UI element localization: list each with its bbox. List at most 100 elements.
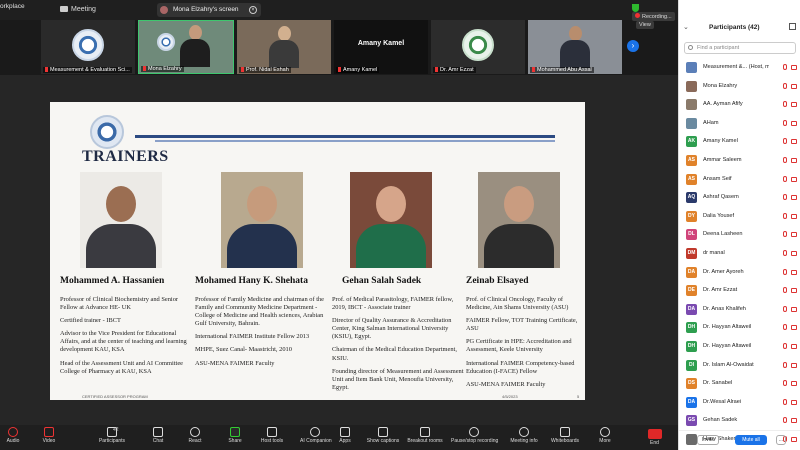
participant-row[interactable]: DI Dr. Islam Al-Owaidat — [679, 356, 800, 375]
camera-off-icon — [791, 325, 797, 331]
more-options-button[interactable]: ... — [776, 435, 786, 445]
participant-name: Measurement & Evaluation Sci... — [43, 67, 132, 73]
trainer-name: Gehan Salah Sadek — [342, 276, 422, 286]
participant-name: Dr. Amr Ezzat — [433, 67, 476, 73]
audio-button[interactable]: Audio — [4, 427, 22, 444]
captions-icon — [378, 427, 388, 437]
participant-name: Prof. Nidal Eshah — [239, 67, 291, 73]
participant-search-input[interactable]: Find a participant — [684, 42, 796, 54]
avatar: AS — [686, 173, 697, 185]
recording-text: Recording... — [642, 14, 672, 20]
thumbnail-tile[interactable]: Dr. Amr Ezzat — [431, 20, 525, 74]
camera-off-icon — [791, 343, 797, 349]
participant-row[interactable]: DA Dr.Wesal Alraei — [679, 393, 800, 412]
thumbnail-tile[interactable]: Measurement & Evaluation Sci... — [41, 20, 135, 74]
bio-line: International FAIMER Institute Fellow 20… — [195, 333, 310, 341]
mute-all-button[interactable]: Mute all — [735, 435, 767, 445]
participants-button[interactable]: 42 Participants — [97, 427, 127, 444]
popout-icon[interactable] — [789, 23, 796, 30]
participant-row[interactable]: DY Dalia Yousef — [679, 207, 800, 226]
share-button[interactable]: Share — [226, 427, 244, 444]
apps-label: Apps — [339, 438, 351, 444]
bio-line: ASU-MENA FAIMER Faculty — [195, 359, 275, 367]
participant-name: Ashraf Qasem — [703, 194, 739, 201]
host-tools-button[interactable]: Host tools — [260, 427, 284, 444]
participant-name: Dalia Yousef — [703, 212, 735, 219]
invite-button[interactable]: Invite — [697, 435, 719, 445]
share-screen-icon — [230, 427, 240, 437]
next-page-icon[interactable]: › — [627, 40, 639, 52]
avatar: DS — [686, 378, 697, 390]
participant-row[interactable]: AK Amany Kamel — [679, 132, 800, 151]
thumbnail-tile[interactable]: Mohammed Abu Assal — [528, 20, 622, 74]
participant-row[interactable]: AHam — [679, 114, 800, 133]
participant-row[interactable]: AA. Ayman Afify — [679, 95, 800, 114]
trainer-name: Zeinab Elsayed — [466, 276, 529, 286]
thumbnail-tile[interactable]: Prof. Nidal Eshah — [237, 20, 331, 74]
camera-icon — [44, 427, 54, 437]
participant-row[interactable]: Mona Elzahry — [679, 77, 800, 96]
breakout-rooms-button[interactable]: Breakout rooms — [407, 427, 443, 444]
participant-name: Measurement &... (Host, me) — [703, 64, 769, 70]
whiteboard-icon — [560, 427, 570, 437]
react-label: React — [188, 438, 202, 444]
video-button[interactable]: Video — [40, 427, 58, 444]
meeting-label[interactable]: Meeting — [60, 6, 96, 13]
participant-row[interactable]: Measurement &... (Host, me) — [679, 58, 800, 77]
screen-share-pill[interactable]: Mona Elzahry's screen × — [157, 3, 261, 17]
end-meeting-button[interactable] — [648, 429, 662, 439]
more-button[interactable]: More — [597, 427, 613, 444]
panel-header: ⌄ Participants (42) — [679, 0, 800, 34]
participant-row[interactable]: AS Ammar Saleem — [679, 151, 800, 170]
participant-row[interactable]: DS Dr. Sanabel — [679, 374, 800, 393]
chevron-down-icon[interactable]: ⌄ — [683, 23, 689, 31]
participant-row[interactable]: AS Ansam Seif — [679, 170, 800, 189]
participant-row[interactable]: GS Gehan Sadek — [679, 411, 800, 430]
show-captions-button[interactable]: Show captions — [366, 427, 400, 444]
camera-off-icon — [791, 120, 797, 126]
participant-row[interactable]: DH Dr. Hayyan Altaweil — [679, 318, 800, 337]
close-icon[interactable]: × — [249, 6, 257, 14]
mic-muted-icon — [783, 119, 787, 126]
avatar — [686, 117, 697, 129]
avatar — [686, 99, 697, 111]
panel-footer: Invite Mute all ... — [679, 430, 800, 450]
chat-label: Chat — [152, 438, 164, 444]
avatar: DA — [686, 303, 697, 315]
pause-recording-button[interactable]: Pause/stop recording — [451, 427, 498, 444]
participant-row[interactable]: DA Dr. Amer Ayoreh — [679, 263, 800, 282]
show-captions-label: Show captions — [366, 438, 400, 444]
camera-off-icon — [791, 362, 797, 368]
mic-muted-icon — [783, 324, 787, 331]
avatar: DY — [686, 210, 697, 222]
whiteboards-button[interactable]: Whiteboards — [549, 427, 581, 444]
thumbnail-tile[interactable]: Mona Elzahry — [138, 20, 234, 74]
participant-row[interactable]: DH Dr. Hayyan Altaweil — [679, 337, 800, 356]
breakout-rooms-icon — [420, 427, 430, 437]
participant-row[interactable]: DA Dr. Anas Khalifeh — [679, 300, 800, 319]
ai-companion-button[interactable]: AI Companion — [300, 427, 332, 444]
participant-row[interactable]: AQ Ashraf Qasem — [679, 188, 800, 207]
chat-button[interactable]: Chat — [150, 427, 166, 444]
bio-line: Professor of Clinical Biochemistry and S… — [60, 296, 179, 312]
react-button[interactable]: React — [186, 427, 204, 444]
camera-off-icon — [791, 176, 797, 182]
participant-name: Dr. Sanabel — [703, 380, 733, 387]
mic-muted-icon — [783, 194, 787, 201]
camera-off-icon — [791, 250, 797, 256]
participant-row[interactable]: DL Deena Lasheen — [679, 225, 800, 244]
avatar: DH — [686, 322, 697, 334]
participant-big-name: Amany Kamel — [357, 40, 405, 47]
mic-muted-icon — [783, 305, 787, 312]
participant-row[interactable]: DE Dr. Amr Ezzat — [679, 281, 800, 300]
host-tools-label: Host tools — [260, 438, 284, 444]
mic-muted-icon — [783, 380, 787, 387]
slide-page-number: 5 — [577, 394, 580, 399]
trainer-bio: Prof. of Clinical Oncology, Faculty of M… — [466, 296, 584, 394]
participant-row[interactable]: DM dr manal — [679, 244, 800, 263]
apps-button[interactable]: Apps — [337, 427, 353, 444]
participant-name: Mohammed Abu Assal — [530, 67, 594, 73]
thumbnail-tile[interactable]: Amany Kamel Amany Kamel — [334, 20, 428, 74]
meeting-info-button[interactable]: Meeting info — [509, 427, 539, 444]
mic-muted-icon — [783, 287, 787, 294]
